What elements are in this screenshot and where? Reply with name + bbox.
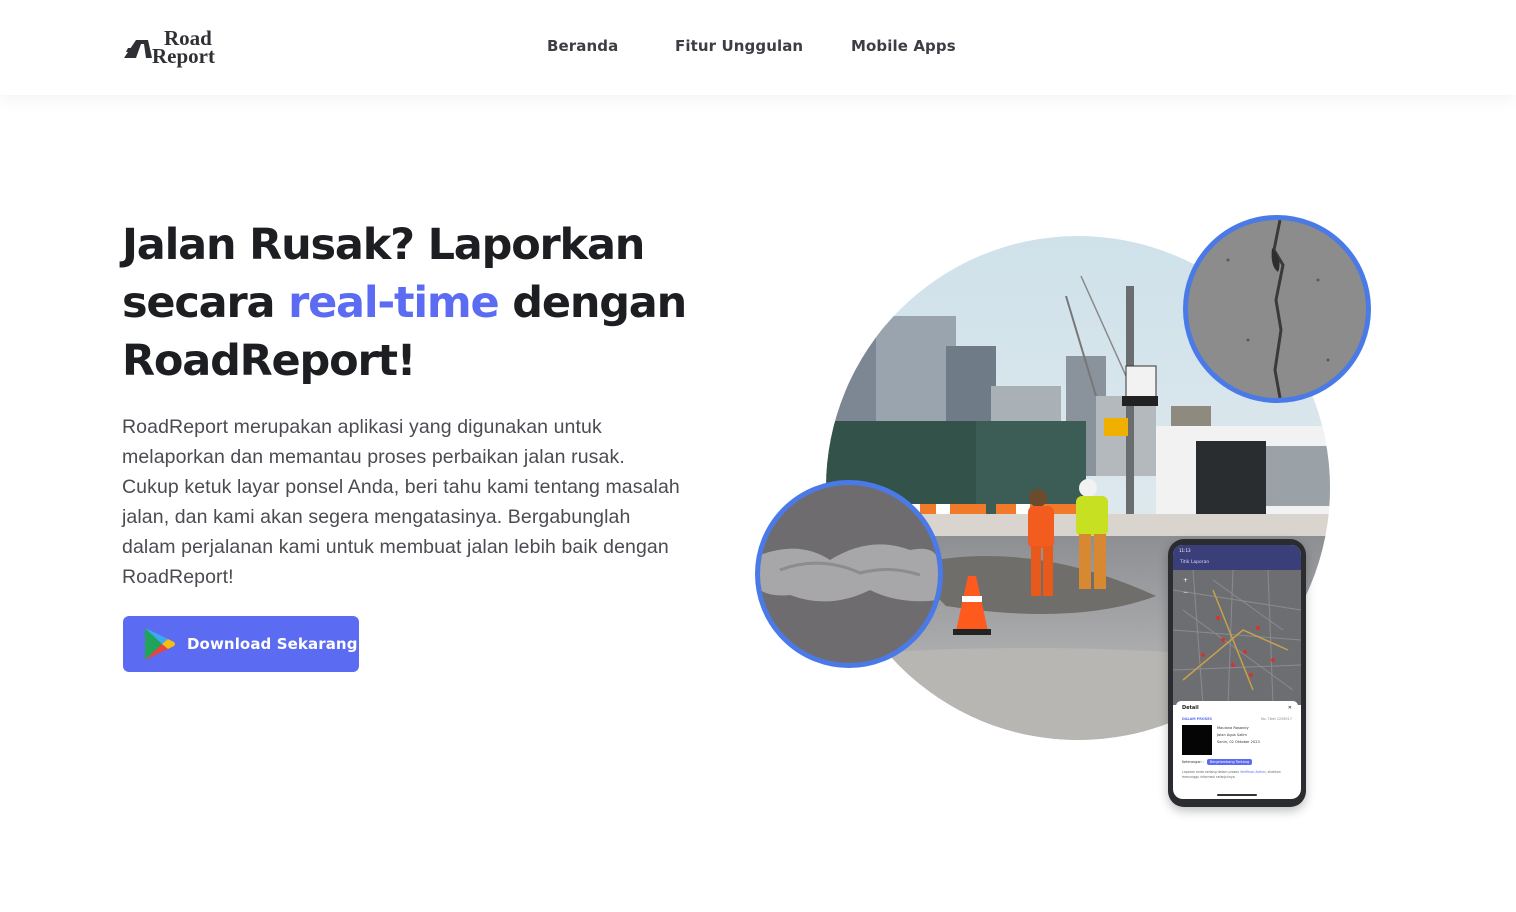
report-status: DALAM PROSES xyxy=(1182,717,1212,721)
phone-mockup: 11:13 Titik Laporan + − Detail ✕ DALAM P… xyxy=(1168,539,1306,807)
report-thumbnail xyxy=(1182,725,1212,755)
logo-text-bottom: Report xyxy=(152,44,215,68)
road-logo-icon xyxy=(124,40,152,58)
report-date: Senin, 02 Oktober 2023 xyxy=(1217,740,1260,744)
phone-status-bar: 11:13 xyxy=(1173,545,1301,556)
report-reporter: Maulana Rosandy xyxy=(1217,726,1249,730)
svg-text:+: + xyxy=(1183,577,1188,584)
nav-mobile-apps[interactable]: Mobile Apps xyxy=(851,37,956,55)
note-label: Keterangan : xyxy=(1182,760,1204,764)
download-button-label: Download Sekarang xyxy=(187,635,358,653)
detail-title: Detail xyxy=(1182,705,1199,711)
site-header: Road Report Beranda Fitur Unggulan Mobil… xyxy=(0,0,1516,95)
footer-text-a: Laporan anda sedang dalam proses xyxy=(1182,770,1241,774)
hero-title: Jalan Rusak? Laporkan secara real-time d… xyxy=(122,216,702,390)
hero-title-accent: real-time xyxy=(288,278,500,328)
report-footer: Laporan anda sedang dalam proses Verifik… xyxy=(1182,770,1292,779)
phone-screen: 11:13 Titik Laporan + − Detail ✕ DALAM P… xyxy=(1173,545,1301,799)
close-icon[interactable]: ✕ xyxy=(1288,705,1292,711)
svg-text:−: − xyxy=(1183,589,1188,596)
download-button[interactable]: Download Sekarang xyxy=(123,616,359,672)
phone-home-indicator xyxy=(1217,794,1257,796)
nav-fitur-unggulan[interactable]: Fitur Unggulan xyxy=(675,37,803,55)
report-detail-card: Detail ✕ DALAM PROSES No. Tiket 2256517 … xyxy=(1176,701,1298,793)
report-address: Jalan Agus Salim xyxy=(1217,733,1247,737)
note-chip: Bergelombang Tentang xyxy=(1206,759,1253,765)
hero-description: RoadReport merupakan aplikasi yang digun… xyxy=(122,416,680,588)
nav-beranda[interactable]: Beranda xyxy=(547,37,618,55)
google-play-icon xyxy=(145,628,175,660)
report-ticket: No. Tiket 2256517 xyxy=(1260,717,1292,721)
phone-map: + − xyxy=(1173,569,1301,706)
pothole-photo xyxy=(755,480,943,668)
cracked-road-photo xyxy=(1183,215,1371,403)
phone-app-title: Titik Laporan xyxy=(1173,556,1301,570)
hero-illustration: 11:13 Titik Laporan + − Detail ✕ DALAM P… xyxy=(740,200,1400,820)
footer-link[interactable]: Verifikasi Admin xyxy=(1240,770,1266,774)
roadreport-logo[interactable]: Road Report xyxy=(122,26,238,68)
